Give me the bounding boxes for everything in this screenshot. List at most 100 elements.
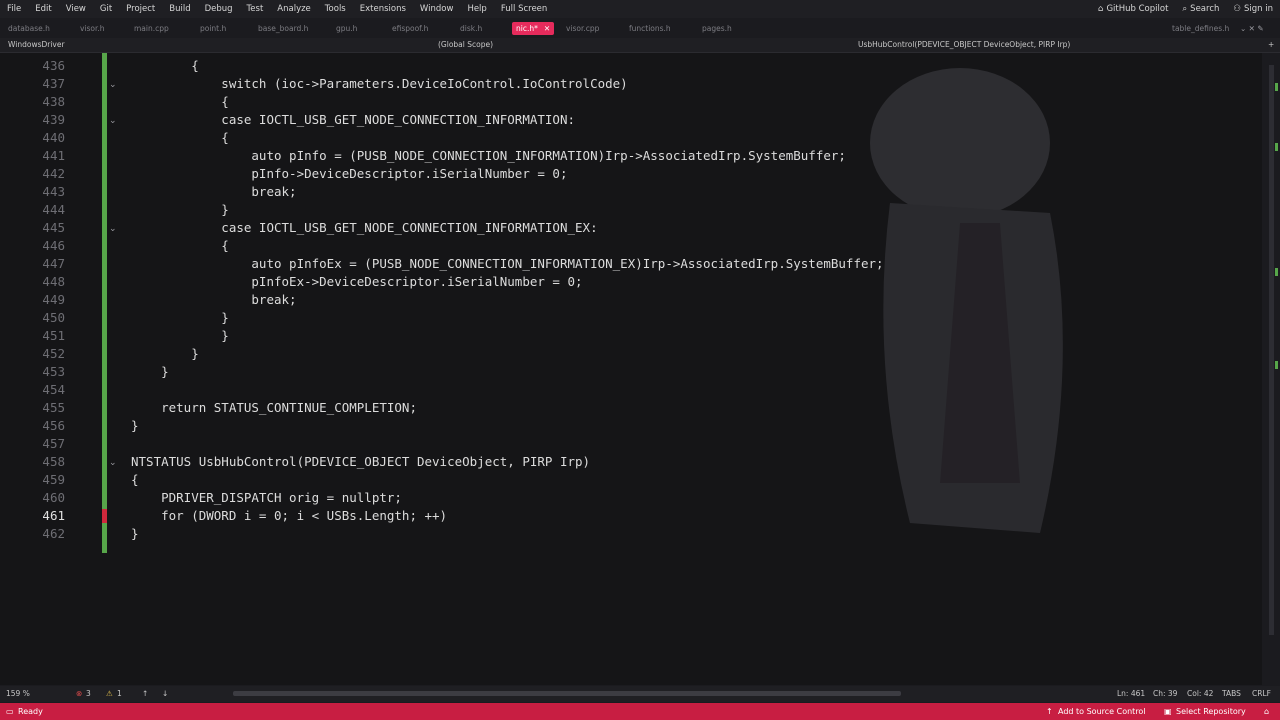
code-line[interactable]: 449 break; <box>0 291 1262 309</box>
line-number: 447 <box>42 256 65 271</box>
code-line[interactable]: 460 PDRIVER_DISPATCH orig = nullptr; <box>0 489 1262 507</box>
tab-overflow-icon[interactable]: ⌄ ✕ ✎ <box>1240 22 1264 35</box>
code-line[interactable]: 461 for (DWORD i = 0; i < USBs.Length; +… <box>0 507 1262 525</box>
error-count[interactable]: 3 <box>86 689 91 698</box>
code-text: pInfoEx->DeviceDescriptor.iSerialNumber … <box>131 274 583 289</box>
add-source-control-button[interactable]: Add to Source Control <box>1058 707 1146 716</box>
scroll-marker <box>1275 268 1278 276</box>
tab-functions-h[interactable]: functions.h <box>629 22 671 35</box>
tab-pages-h[interactable]: pages.h <box>702 22 732 35</box>
code-line[interactable]: 450 } <box>0 309 1262 327</box>
menu-build[interactable]: Build <box>162 4 197 14</box>
status-bar: ▭ Ready ↑ Add to Source Control ▣ Select… <box>0 703 1280 720</box>
code-line[interactable]: 458 ⌄ NTSTATUS UsbHubControl(PDEVICE_OBJEC… <box>0 453 1262 471</box>
source-control-icon[interactable]: ↑ <box>1046 707 1053 716</box>
sign-in-button[interactable]: ⚇ Sign in <box>1226 4 1280 14</box>
menu-debug[interactable]: Debug <box>198 4 240 14</box>
code-line[interactable]: 437 ⌄ switch (ioc->Parameters.DeviceIoCon… <box>0 75 1262 93</box>
select-repository-button[interactable]: Select Repository <box>1176 707 1246 716</box>
code-line[interactable]: 440 { <box>0 129 1262 147</box>
tab-nic-h-[interactable]: nic.h* ✕ <box>512 22 555 35</box>
project-dropdown[interactable]: WindowsDriver <box>8 40 65 49</box>
code-line[interactable]: 444 } <box>0 201 1262 219</box>
copilot-button[interactable]: ⌂ GitHub Copilot <box>1091 4 1175 14</box>
tab-visor-h[interactable]: visor.h <box>80 22 105 35</box>
fold-chevron-icon[interactable]: ⌄ <box>109 116 117 126</box>
code-text: break; <box>131 292 297 307</box>
scope-dropdown[interactable]: (Global Scope) <box>438 40 493 49</box>
code-line[interactable]: 439 ⌄ case IOCTL_USB_GET_NODE_CONNECTION_… <box>0 111 1262 129</box>
fold-chevron-icon[interactable]: ⌄ <box>109 458 117 468</box>
code-line[interactable]: 441 auto pInfo = (PUSB_NODE_CONNECTION_I… <box>0 147 1262 165</box>
code-line[interactable]: 438 { <box>0 93 1262 111</box>
repository-icon[interactable]: ▣ <box>1164 707 1172 716</box>
code-line[interactable]: 452 } <box>0 345 1262 363</box>
code-line[interactable]: 447 auto pInfoEx = (PUSB_NODE_CONNECTION… <box>0 255 1262 273</box>
menu-analyze[interactable]: Analyze <box>270 4 318 14</box>
tab-main-cpp[interactable]: main.cpp <box>134 22 169 35</box>
menu-help[interactable]: Help <box>460 4 493 14</box>
code-text: pInfo->DeviceDescriptor.iSerialNumber = … <box>131 166 568 181</box>
menu-window[interactable]: Window <box>413 4 461 14</box>
scroll-marker <box>1275 83 1278 91</box>
menu-test[interactable]: Test <box>240 4 271 14</box>
code-line[interactable]: 457 <box>0 435 1262 453</box>
split-icon[interactable]: + <box>1268 40 1274 49</box>
document-tabs: table_defines.h ⌄ ✕ ✎ database.h visor.h m… <box>0 20 1280 37</box>
eol-indicator[interactable]: CRLF <box>1252 689 1271 698</box>
warning-count[interactable]: 1 <box>117 689 122 698</box>
nav-up-icon[interactable]: ↑ <box>142 689 148 698</box>
code-line[interactable]: 446 { <box>0 237 1262 255</box>
menu-file[interactable]: File <box>0 4 28 14</box>
horizontal-scrollbar[interactable] <box>233 691 901 696</box>
code-text: } <box>131 310 229 325</box>
search-button[interactable]: ⌕ Search <box>1175 4 1226 14</box>
close-icon[interactable]: ✕ <box>544 24 550 33</box>
fold-chevron-icon[interactable]: ⌄ <box>109 80 117 90</box>
code-line[interactable]: 443 break; <box>0 183 1262 201</box>
code-line[interactable]: 454 <box>0 381 1262 399</box>
code-line[interactable]: 462} <box>0 525 1262 543</box>
menu-tools[interactable]: Tools <box>318 4 353 14</box>
code-line[interactable]: 445 ⌄ case IOCTL_USB_GET_NODE_CONNECTION_… <box>0 219 1262 237</box>
tab-visor-cpp[interactable]: visor.cpp <box>566 22 599 35</box>
tab-disk-h[interactable]: disk.h <box>460 22 482 35</box>
code-line[interactable]: 448 pInfoEx->DeviceDescriptor.iSerialNum… <box>0 273 1262 291</box>
tab-right[interactable]: table_defines.h <box>1172 22 1229 35</box>
tab-database-h[interactable]: database.h <box>8 22 50 35</box>
fold-chevron-icon[interactable]: ⌄ <box>109 224 117 234</box>
menu-edit[interactable]: Edit <box>28 4 58 14</box>
code-line[interactable]: 436 { <box>0 57 1262 75</box>
code-line[interactable]: 456} <box>0 417 1262 435</box>
tab-base-board-h[interactable]: base_board.h <box>258 22 308 35</box>
vertical-scrollbar[interactable] <box>1262 53 1280 685</box>
member-dropdown[interactable]: UsbHubControl(PDEVICE_OBJECT DeviceObjec… <box>858 40 1070 49</box>
warning-icon[interactable]: ⚠ <box>106 689 113 698</box>
menu-git[interactable]: Git <box>93 4 119 14</box>
line-number: 452 <box>42 346 65 361</box>
code-line[interactable]: 442 pInfo->DeviceDescriptor.iSerialNumbe… <box>0 165 1262 183</box>
menu-extensions[interactable]: Extensions <box>353 4 413 14</box>
code-text: { <box>131 130 229 145</box>
tab-gpu-h[interactable]: gpu.h <box>336 22 357 35</box>
error-icon[interactable]: ⊗ <box>76 689 82 698</box>
user-icon: ⚇ <box>1233 4 1241 14</box>
copilot-icon: ⌂ <box>1098 4 1104 14</box>
nav-down-icon[interactable]: ↓ <box>162 689 168 698</box>
tab-point-h[interactable]: point.h <box>200 22 226 35</box>
notification-icon[interactable]: ⌂ <box>1264 707 1269 716</box>
scroll-thumb[interactable] <box>1269 65 1274 635</box>
code-line[interactable]: 455 return STATUS_CONTINUE_COMPLETION; <box>0 399 1262 417</box>
menu-full-screen[interactable]: Full Screen <box>494 4 554 14</box>
tabs-indicator[interactable]: TABS <box>1222 689 1241 698</box>
code-line[interactable]: 451 } <box>0 327 1262 345</box>
menu-view[interactable]: View <box>59 4 93 14</box>
menu-project[interactable]: Project <box>119 4 162 14</box>
code-editor[interactable]: 436 {437 ⌄ switch (ioc->Parameters.Device… <box>0 53 1262 685</box>
line-number: 445 <box>42 220 65 235</box>
code-line[interactable]: 453 } <box>0 363 1262 381</box>
code-line[interactable]: 459 { <box>0 471 1262 489</box>
zoom-level[interactable]: 159 % <box>6 689 30 698</box>
tab-efispoof-h[interactable]: efispoof.h <box>392 22 428 35</box>
line-number: 437 <box>42 76 65 91</box>
